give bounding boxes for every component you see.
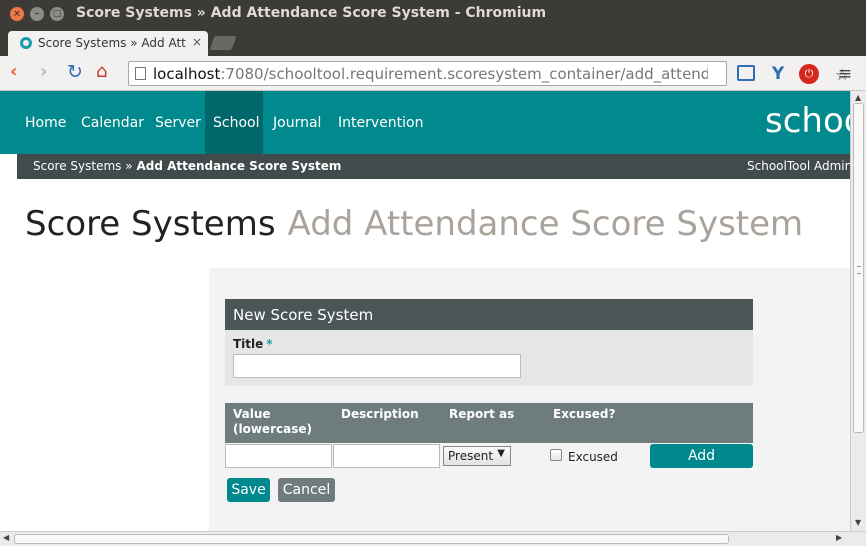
new-tab-button[interactable] [209, 36, 237, 50]
scroll-grip-icon [857, 266, 861, 274]
horizontal-scroll-thumb[interactable] [14, 534, 729, 544]
dropdown-arrow-icon: ▼ [497, 448, 505, 459]
horizontal-scrollbar[interactable]: ◀ ▶ [0, 531, 866, 546]
breadcrumb-current: Add Attendance Score System [136, 159, 342, 173]
breadcrumb: Score Systems » Add Attendance Score Sys… [33, 159, 341, 173]
scroll-down-icon[interactable]: ▼ [855, 518, 861, 527]
user-menu[interactable]: SchoolTool Administrator [747, 159, 850, 173]
breadcrumb-separator: » [125, 159, 133, 173]
url-host: localhost [153, 65, 221, 83]
required-marker: * [266, 337, 273, 351]
vertical-scrollbar[interactable]: ▲ ▼ [850, 91, 866, 531]
nav-calendar[interactable]: Calendar [73, 91, 152, 154]
title-fieldset: Title * [225, 330, 753, 386]
report-as-select[interactable]: Present ▼ [443, 446, 511, 466]
nav-school[interactable]: School [205, 91, 263, 154]
address-bar[interactable]: localhost:7080/schooltool.requirement.sc… [128, 61, 849, 86]
scroll-up-icon[interactable]: ▲ [855, 93, 861, 102]
home-icon[interactable]: ⌂ [96, 62, 107, 82]
forward-icon[interactable]: › [40, 62, 47, 82]
tab-title: Score Systems » Add Attendance Score Sys… [38, 36, 186, 50]
column-value: Value (lowercase) [233, 407, 312, 437]
breadcrumb-link-score-systems[interactable]: Score Systems [33, 159, 121, 173]
y-extension-icon[interactable]: Y [768, 64, 788, 84]
page-icon [135, 67, 146, 80]
title-label-text: Title [233, 337, 264, 351]
tab-strip: Score Systems » Add Attendance Score Sys… [0, 28, 866, 56]
excused-label: Excused [568, 450, 618, 464]
page-viewport: Home Calendar Server School Journal Inte… [0, 91, 850, 531]
page-title-sub: Add Attendance Score System [287, 204, 804, 244]
report-as-selected: Present [448, 449, 494, 463]
app-navigation: Home Calendar Server School Journal Inte… [0, 91, 850, 154]
nav-server[interactable]: Server [147, 91, 209, 154]
scroll-left-icon[interactable]: ◀ [3, 533, 9, 542]
excused-checkbox[interactable] [550, 449, 562, 461]
browser-tab[interactable]: Score Systems » Add Attendance Score Sys… [8, 31, 208, 56]
reload-icon[interactable]: ↻ [67, 62, 83, 82]
window-maximize-button[interactable]: □ [50, 7, 64, 21]
browser-toolbar: ‹ › ↻ ⌂ localhost:7080/schooltool.requir… [0, 56, 866, 91]
nav-intervention[interactable]: Intervention [330, 91, 431, 154]
power-extension-icon[interactable]: ⏻ [799, 64, 819, 84]
content-panel: New Score System Title * Value (lowercase… [209, 268, 850, 531]
back-icon[interactable]: ‹ [10, 62, 17, 82]
window-close-button[interactable]: × [10, 7, 24, 21]
window-title: Score Systems » Add Attendance Score Sys… [76, 5, 547, 21]
window-minimize-button[interactable]: – [30, 7, 44, 21]
add-button[interactable]: Add [650, 444, 753, 468]
value-input[interactable] [225, 444, 332, 468]
save-button[interactable]: Save [227, 478, 270, 502]
browser-menu-icon[interactable]: ≡ [835, 64, 855, 84]
address-url[interactable]: localhost:7080/schooltool.requirement.sc… [153, 65, 708, 83]
cast-extension-icon[interactable] [737, 65, 755, 81]
scroll-right-icon[interactable]: ▶ [836, 533, 842, 542]
breadcrumb-bar: Score Systems » Add Attendance Score Sys… [17, 154, 850, 179]
tab-close-icon[interactable]: × [192, 35, 202, 49]
description-input[interactable] [333, 444, 440, 468]
window-titlebar: × – □ Score Systems » Add Attendance Sco… [0, 0, 866, 28]
column-description: Description [341, 407, 419, 421]
page-title-main: Score Systems [25, 204, 276, 244]
column-excused: Excused? [553, 407, 616, 421]
schooltool-logo[interactable]: schooltool [765, 101, 850, 141]
column-report-as: Report as [449, 407, 515, 421]
form-legend: New Score System [225, 299, 753, 330]
nav-home[interactable]: Home [17, 91, 74, 154]
column-value-line1: Value [233, 407, 271, 421]
page-title: Score Systems Add Attendance Score System [25, 204, 803, 244]
cancel-button[interactable]: Cancel [278, 478, 335, 502]
vertical-scroll-thumb[interactable] [853, 103, 864, 433]
column-value-line2: (lowercase) [233, 422, 312, 436]
score-table-header: Value (lowercase) Description Report as … [225, 403, 753, 443]
title-label: Title * [233, 337, 273, 351]
url-path: :7080/schooltool.requirement.scoresystem… [220, 65, 708, 83]
schooltool-favicon-icon [20, 37, 32, 49]
title-input[interactable] [233, 354, 521, 378]
nav-journal[interactable]: Journal [265, 91, 329, 154]
